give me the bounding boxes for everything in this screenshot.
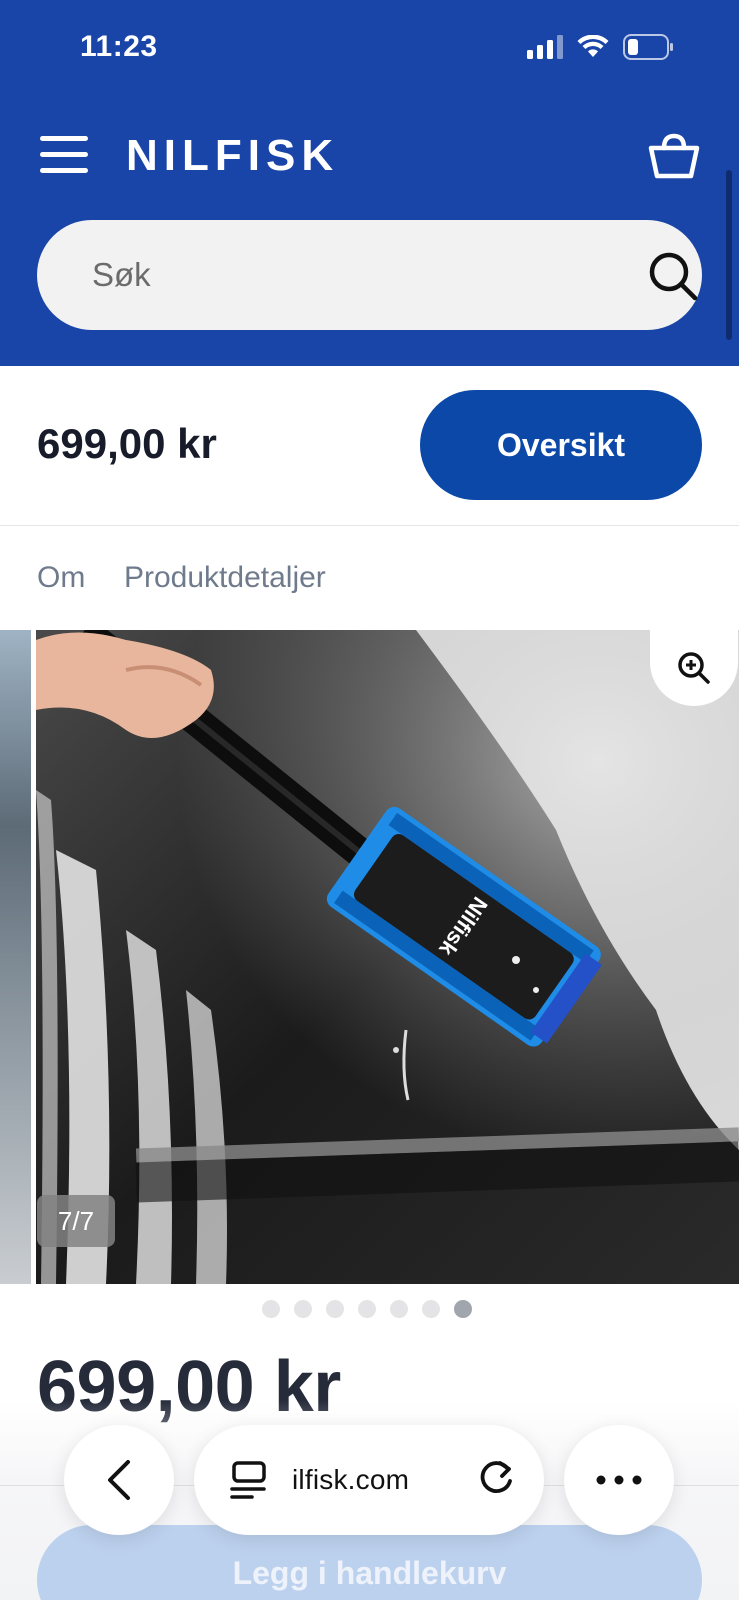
back-button[interactable]: [64, 1425, 174, 1535]
product-tabs: Om Produktdetaljer: [0, 527, 739, 627]
status-time: 11:23: [80, 30, 158, 63]
address-bar[interactable]: ilfisk.com: [194, 1425, 544, 1535]
tab-produktdetaljer[interactable]: Produktdetaljer: [124, 561, 326, 595]
url-text: ilfisk.com: [292, 1464, 410, 1495]
pagination-dot[interactable]: [262, 1300, 280, 1318]
tab-om[interactable]: Om: [37, 561, 85, 595]
pagination-dot[interactable]: [326, 1300, 344, 1318]
reload-icon[interactable]: [476, 1455, 516, 1504]
site-header: 11:23 NILFISK: [0, 0, 739, 366]
pagination-dot[interactable]: [294, 1300, 312, 1318]
nav-row: NILFISK: [0, 120, 739, 190]
gallery-pagination: [262, 1300, 472, 1318]
product-gallery[interactable]: Nilfisk 7/7: [0, 630, 739, 1284]
previous-slide-preview[interactable]: [0, 630, 31, 1284]
overview-button[interactable]: Oversikt: [420, 390, 702, 500]
search-icon[interactable]: [647, 250, 699, 302]
image-counter: 7/7: [37, 1195, 115, 1247]
battery-icon: [623, 34, 673, 60]
status-icons: [527, 34, 675, 60]
brand-wordmark: NILFISK: [126, 131, 339, 180]
hamburger-menu-icon[interactable]: [40, 136, 88, 176]
nilfisk-logo[interactable]: NILFISK: [126, 130, 366, 185]
shopping-basket-icon[interactable]: [646, 128, 702, 184]
pagination-dot[interactable]: [390, 1300, 408, 1318]
sticky-price: 699,00 kr: [37, 420, 217, 467]
chevron-left-icon: [108, 1460, 130, 1500]
more-options-icon[interactable]: [564, 1425, 674, 1535]
wifi-icon: [577, 35, 609, 57]
brand-logo: NILFISK: [126, 131, 339, 180]
brush-washing-car-image: Nilfisk: [36, 630, 739, 1284]
product-image[interactable]: Nilfisk: [36, 630, 739, 1284]
sticky-price-bar: 699,00 kr Oversikt: [0, 366, 739, 526]
pagination-dot-active[interactable]: [454, 1300, 472, 1318]
status-bar: 11:23: [0, 0, 739, 100]
search-bar: [37, 220, 702, 330]
scrollbar-thumb[interactable]: [726, 170, 732, 340]
pagination-dot[interactable]: [422, 1300, 440, 1318]
browser-toolbar: ilfisk.com: [0, 1425, 739, 1535]
tab-overview-icon: [230, 1461, 266, 1499]
add-to-cart-button[interactable]: Legg i handlekurv: [37, 1525, 702, 1600]
signal-icon: [527, 35, 563, 59]
search-input[interactable]: [92, 220, 612, 330]
pagination-dot[interactable]: [358, 1300, 376, 1318]
